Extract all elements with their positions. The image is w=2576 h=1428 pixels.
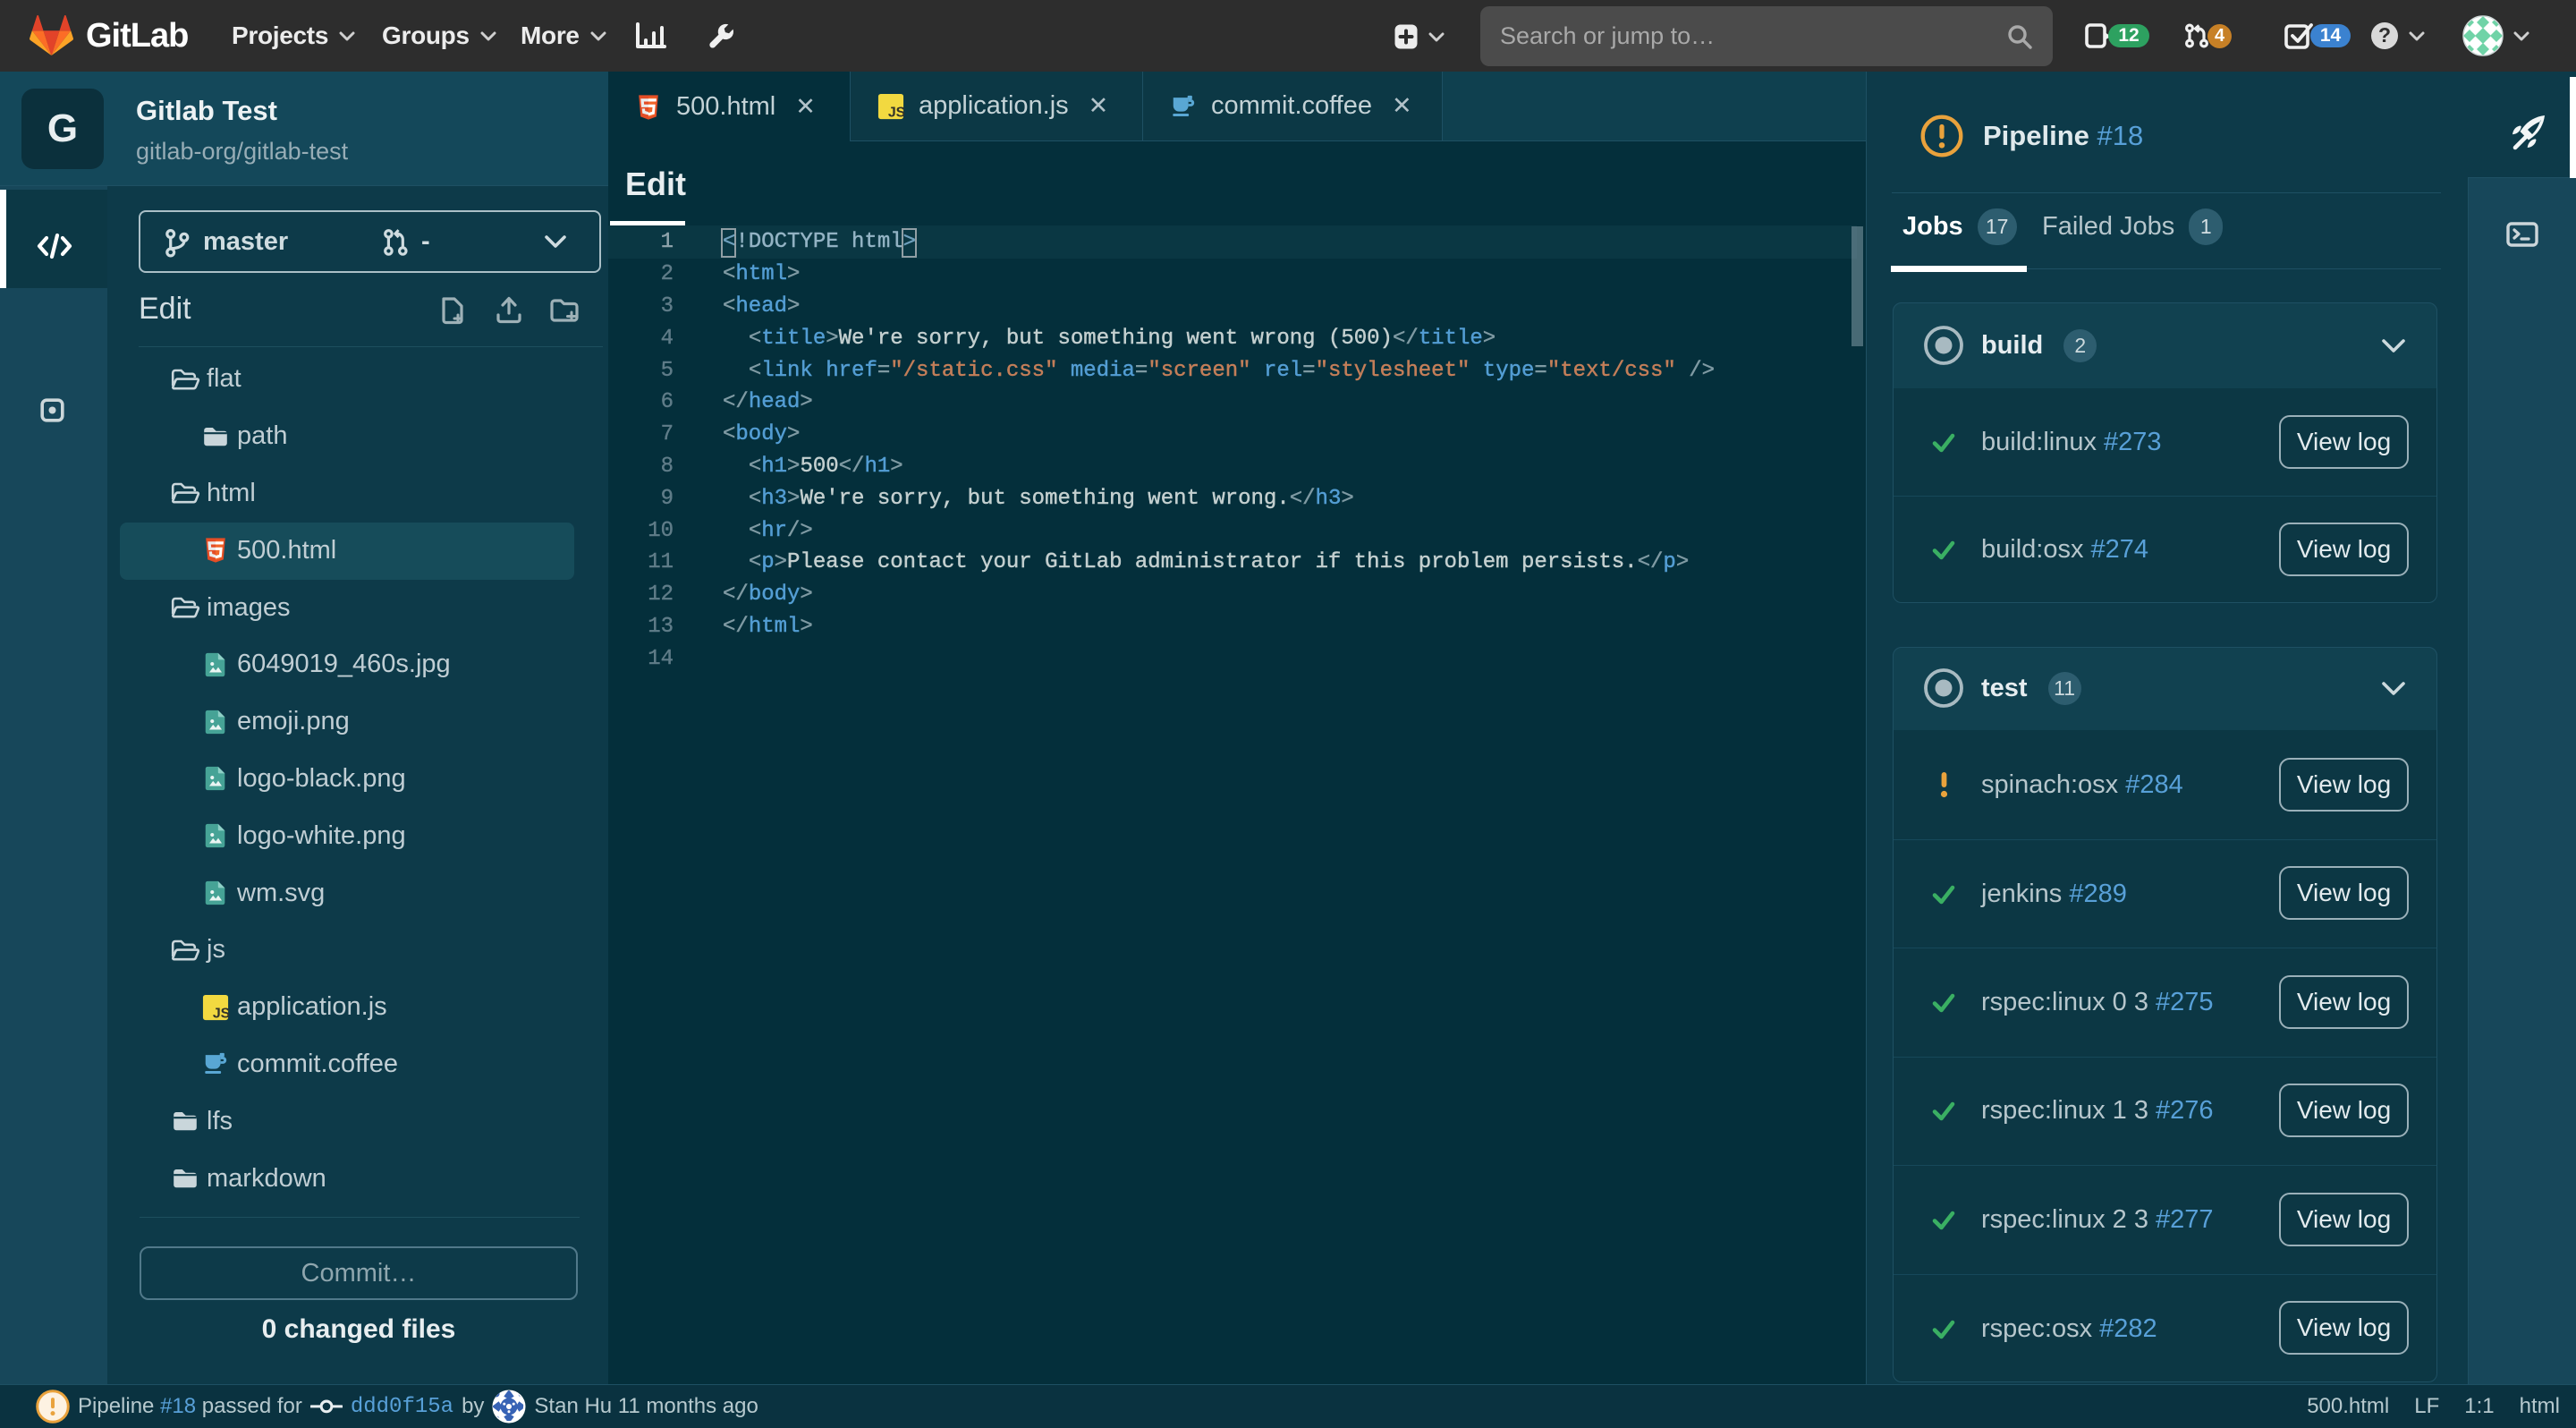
svg-text:JS: JS — [888, 105, 904, 120]
svg-text:JS: JS — [213, 1006, 229, 1021]
svg-text:?: ? — [2378, 23, 2391, 47]
